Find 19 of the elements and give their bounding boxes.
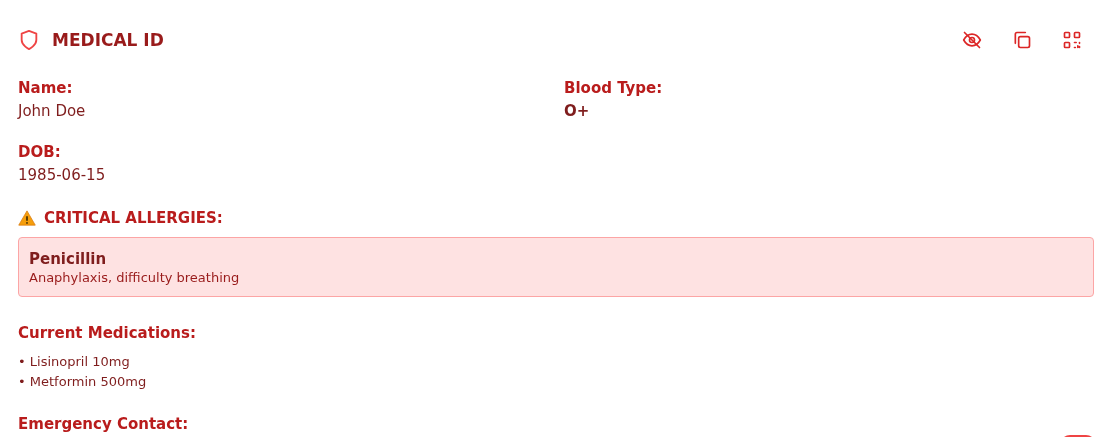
- shield-icon: [18, 28, 40, 52]
- section-heading: Current Medications:: [18, 323, 196, 343]
- warning-icon: [18, 210, 36, 226]
- field-label: Name:: [18, 78, 74, 98]
- card-title: MEDICAL ID: [52, 30, 164, 50]
- allergy-name: Penicillin: [29, 250, 108, 268]
- field-value: John Doe: [18, 101, 87, 122]
- qr-code-icon: [1062, 30, 1082, 50]
- field-value: O+: [564, 101, 591, 122]
- field-value: 1985-06-15: [18, 165, 107, 186]
- field-label: DOB:: [18, 142, 62, 162]
- medication-item: • Metformin 500mg: [18, 373, 148, 391]
- medication-item: • Lisinopril 10mg: [18, 353, 131, 371]
- section-heading: Emergency Contact:: [18, 414, 189, 434]
- allergy-reaction: Anaphylaxis, difficulty breathing: [29, 270, 241, 285]
- eye-off-icon: [962, 30, 982, 50]
- section-heading: CRITICAL ALLERGIES:: [44, 208, 223, 228]
- field-label: Blood Type:: [564, 78, 664, 98]
- copy-icon: [1012, 30, 1032, 50]
